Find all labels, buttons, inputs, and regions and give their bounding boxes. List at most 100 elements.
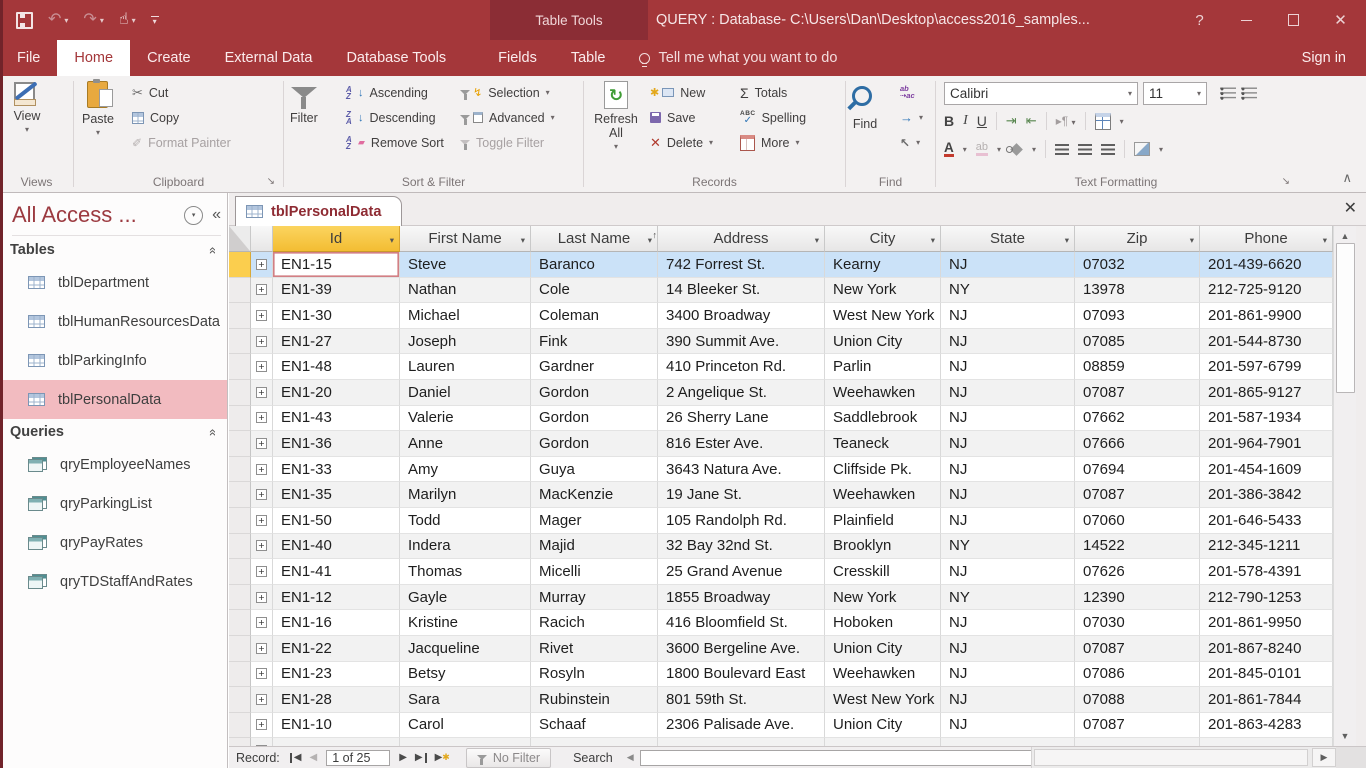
more-button[interactable]: More▾ — [740, 134, 806, 151]
cell[interactable]: EN1-23 — [273, 662, 400, 688]
align-right-icon[interactable] — [1101, 144, 1115, 155]
cell[interactable]: 3600 Bergeline Ave. — [658, 636, 825, 662]
save-record-button[interactable]: Save — [650, 109, 713, 126]
cell[interactable]: 07032 — [1075, 252, 1200, 278]
redo-dropdown-icon[interactable]: ▾ — [100, 16, 104, 25]
expand-cell[interactable]: + — [251, 278, 273, 304]
cell[interactable]: EN1-20 — [273, 380, 400, 406]
expand-plus-icon[interactable]: + — [256, 464, 267, 475]
row-selector[interactable] — [229, 278, 251, 304]
cell[interactable]: Hoboken — [825, 610, 941, 636]
cell[interactable]: EN1-39 — [273, 278, 400, 304]
cell[interactable]: EN1-41 — [273, 559, 400, 585]
cell[interactable] — [400, 738, 531, 746]
cell[interactable]: EN1-40 — [273, 534, 400, 560]
cell[interactable]: 3400 Broadway — [658, 303, 825, 329]
cell[interactable]: Weehawken — [825, 380, 941, 406]
cell[interactable]: Schaaf — [531, 713, 658, 739]
cell[interactable]: 201-544-8730 — [1200, 329, 1333, 355]
cell[interactable]: 212-725-9120 — [1200, 278, 1333, 304]
cell[interactable]: 07694 — [1075, 457, 1200, 483]
cell[interactable]: NJ — [941, 482, 1075, 508]
column-header-zip[interactable]: Zip▾ — [1075, 226, 1200, 252]
expand-cell[interactable]: + — [251, 457, 273, 483]
go-to-dropdown-icon[interactable]: ▾ — [919, 114, 923, 121]
cell[interactable]: EN1-10 — [273, 713, 400, 739]
expand-cell[interactable]: + — [251, 329, 273, 355]
row-selector[interactable] — [229, 457, 251, 483]
cell[interactable]: Cole — [531, 278, 658, 304]
sidebar-item-qryparkinglist[interactable]: qryParkingList — [0, 484, 227, 523]
cell[interactable] — [825, 738, 941, 746]
cell[interactable]: NJ — [941, 636, 1075, 662]
expand-cell[interactable]: + — [251, 252, 273, 278]
cell[interactable]: EN1-28 — [273, 687, 400, 713]
row-selector[interactable] — [229, 329, 251, 355]
first-record-button[interactable]: ◀ — [290, 753, 302, 763]
row-selector[interactable] — [229, 610, 251, 636]
cell[interactable]: 14 Bleeker St. — [658, 278, 825, 304]
cell[interactable]: 201-646-5433 — [1200, 508, 1333, 534]
cell[interactable]: 07093 — [1075, 303, 1200, 329]
numbering-icon[interactable] — [1241, 87, 1257, 100]
cell[interactable]: 201-439-6620 — [1200, 252, 1333, 278]
cell[interactable]: NJ — [941, 406, 1075, 432]
minimize-button[interactable] — [1223, 0, 1270, 40]
sidebar-item-qrytdstaffandrates[interactable]: qryTDStaffAndRates — [0, 562, 227, 601]
new-record-button[interactable]: ✱New — [650, 84, 713, 101]
paragraph-direction-icon[interactable]: ▸¶ ▾ — [1056, 114, 1076, 128]
font-size-dropdown-icon[interactable]: ▾ — [1197, 90, 1201, 97]
row-selector[interactable] — [229, 585, 251, 611]
previous-record-button[interactable]: ◀ — [309, 753, 317, 763]
totals-button[interactable]: ΣTotals — [740, 84, 806, 101]
copy-button[interactable]: Copy — [132, 109, 231, 126]
expand-plus-icon[interactable]: + — [256, 694, 267, 705]
cell[interactable]: NJ — [941, 329, 1075, 355]
align-left-icon[interactable] — [1055, 144, 1069, 155]
view-button[interactable]: View ▾ — [13, 81, 41, 133]
cell[interactable]: Carol — [400, 713, 531, 739]
cell[interactable]: 12390 — [1075, 585, 1200, 611]
cell[interactable]: EN1-15 — [273, 252, 400, 278]
table-row[interactable]: +EN1-36AnneGordon816 Ester Ave.TeaneckNJ… — [229, 431, 1333, 457]
row-selector[interactable] — [229, 431, 251, 457]
cell[interactable]: 2306 Palisade Ave. — [658, 713, 825, 739]
sidebar-item-tblpersonaldata[interactable]: tblPersonalData — [0, 380, 227, 419]
font-size-combo[interactable]: 11▾ — [1143, 82, 1207, 105]
expand-plus-icon[interactable]: + — [256, 668, 267, 679]
expand-plus-icon[interactable]: + — [256, 540, 267, 551]
table-row[interactable]: +EN1-10CarolSchaaf2306 Palisade Ave.Unio… — [229, 713, 1333, 739]
cell[interactable]: 201-867-8240 — [1200, 636, 1333, 662]
bullets-icon[interactable] — [1220, 87, 1236, 100]
undo-button[interactable]: ↶▾ — [48, 12, 68, 28]
cell[interactable]: West New York — [825, 303, 941, 329]
cell[interactable]: Brooklyn — [825, 534, 941, 560]
expand-plus-icon[interactable]: + — [256, 566, 267, 577]
decrease-indent-icon[interactable]: ⇤ — [1026, 113, 1037, 129]
cell[interactable]: Todd — [400, 508, 531, 534]
row-selector[interactable] — [229, 508, 251, 534]
cell[interactable]: 1800 Boulevard East — [658, 662, 825, 688]
remove-sort-button[interactable]: AZ▰Remove Sort — [346, 134, 444, 151]
cell[interactable]: 07087 — [1075, 636, 1200, 662]
expand-plus-icon[interactable]: + — [256, 284, 267, 295]
cell[interactable]: Sara — [400, 687, 531, 713]
column-dropdown-icon[interactable]: ▾ — [521, 235, 525, 246]
table-row[interactable]: +EN1-12GayleMurray1855 BroadwayNew YorkN… — [229, 585, 1333, 611]
table-row[interactable]: +EN1-35MarilynMacKenzie19 Jane St.Weehaw… — [229, 482, 1333, 508]
cell[interactable]: 07085 — [1075, 329, 1200, 355]
font-name-dropdown-icon[interactable]: ▾ — [1128, 90, 1132, 97]
cell[interactable]: NJ — [941, 303, 1075, 329]
cell[interactable]: MacKenzie — [531, 482, 658, 508]
cell[interactable]: NJ — [941, 431, 1075, 457]
row-selector[interactable] — [229, 713, 251, 739]
cell[interactable]: 07087 — [1075, 482, 1200, 508]
cell[interactable]: 07626 — [1075, 559, 1200, 585]
cell[interactable]: NJ — [941, 662, 1075, 688]
row-selector[interactable] — [229, 380, 251, 406]
column-dropdown-icon[interactable]: ▾ — [1190, 235, 1194, 246]
column-dropdown-icon[interactable]: ▾ — [648, 235, 652, 246]
tab-file[interactable]: File — [0, 40, 57, 76]
cell[interactable]: Steve — [400, 252, 531, 278]
customize-quick-access-toolbar-button[interactable]: ▾ — [151, 16, 159, 24]
